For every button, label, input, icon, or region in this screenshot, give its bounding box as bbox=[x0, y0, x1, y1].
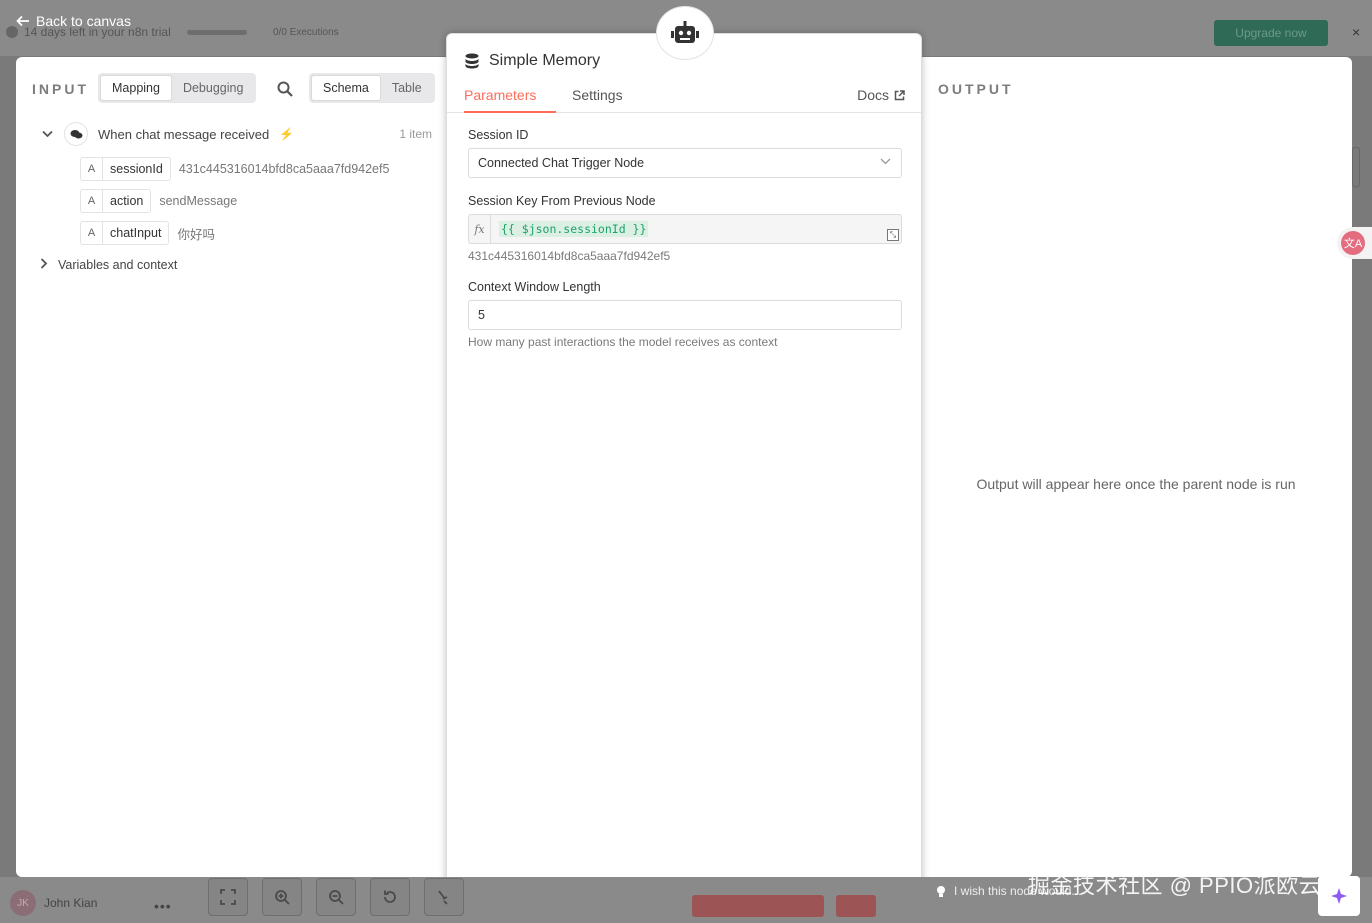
item-count: 1 item bbox=[399, 127, 432, 141]
back-label: Back to canvas bbox=[36, 13, 131, 29]
translate-button[interactable]: 文A bbox=[1337, 227, 1372, 259]
arrow-left-icon bbox=[16, 15, 29, 27]
chat-icon bbox=[64, 122, 88, 146]
session-id-label: Session ID bbox=[468, 128, 529, 142]
trial-progress bbox=[186, 29, 247, 35]
database-icon bbox=[465, 53, 479, 69]
field-row: A sessionId 431c445316014bfd8ca5aaa7fd94… bbox=[80, 157, 389, 181]
tab-settings[interactable]: Settings bbox=[572, 87, 623, 113]
session-key-expression-field[interactable]: fx {{ $json.sessionId }} ⤡ bbox=[468, 214, 902, 244]
context-window-input[interactable]: 5 bbox=[468, 300, 902, 330]
background-control bbox=[1352, 147, 1360, 187]
field-name: action bbox=[110, 194, 144, 208]
tab-mapping[interactable]: Mapping bbox=[100, 75, 172, 101]
output-empty-message: Output will appear here once the parent … bbox=[976, 476, 1296, 492]
output-panel bbox=[916, 57, 1352, 877]
robot-icon bbox=[671, 21, 699, 43]
docs-label: Docs bbox=[857, 87, 889, 103]
user-menu[interactable]: JK John Kian bbox=[10, 890, 97, 916]
undo-icon[interactable] bbox=[370, 878, 410, 916]
chevron-right-icon[interactable] bbox=[40, 258, 48, 272]
node-tabs: Parameters Settings Docs bbox=[447, 86, 921, 113]
docs-link[interactable]: Docs bbox=[857, 87, 905, 103]
more-icon[interactable]: ••• bbox=[154, 898, 172, 914]
trigger-node-row[interactable]: When chat message received ⚡ 1 item bbox=[40, 122, 432, 146]
user-name: John Kian bbox=[44, 896, 98, 910]
session-id-select[interactable]: Connected Chat Trigger Node bbox=[468, 148, 902, 178]
executions-count: 0/0 Executions bbox=[273, 27, 339, 38]
expression-result: 431c445316014bfd8ca5aaa7fd942ef5 bbox=[468, 249, 671, 263]
tab-debugging[interactable]: Debugging bbox=[172, 75, 254, 101]
lightbulb-icon bbox=[937, 885, 945, 897]
field-value: sendMessage bbox=[159, 194, 238, 208]
chevron-down-icon bbox=[880, 157, 891, 168]
watermark: 掘金技术社区 @ PPIO派欧云 bbox=[1028, 873, 1322, 898]
back-to-canvas-button[interactable]: Back to canvas bbox=[16, 13, 131, 29]
output-heading: OUTPUT bbox=[938, 81, 1014, 97]
trigger-label: When chat message received bbox=[98, 126, 270, 142]
view-toggle: Schema Table bbox=[309, 73, 435, 103]
context-window-label: Context Window Length bbox=[468, 280, 601, 294]
node-settings-panel: Simple Memory Parameters Settings Docs S… bbox=[446, 33, 922, 901]
translate-icon: 文A bbox=[1341, 231, 1365, 255]
input-heading: INPUT bbox=[32, 81, 89, 97]
node-title[interactable]: Simple Memory bbox=[489, 52, 600, 70]
context-window-value: 5 bbox=[478, 308, 485, 322]
field-row: A action sendMessage bbox=[80, 189, 237, 213]
variables-label: Variables and context bbox=[58, 258, 178, 272]
fit-view-icon[interactable] bbox=[208, 878, 248, 916]
mode-toggle: Mapping Debugging bbox=[98, 73, 257, 103]
context-window-hint: How many past interactions the model rec… bbox=[468, 335, 778, 349]
field-name: sessionId bbox=[110, 162, 163, 176]
string-type-icon: A bbox=[81, 222, 103, 244]
field-value: 你好吗 bbox=[177, 227, 215, 242]
string-type-icon: A bbox=[81, 158, 103, 180]
expression-code: {{ $json.sessionId }} bbox=[491, 215, 649, 243]
tab-parameters[interactable]: Parameters bbox=[464, 87, 556, 113]
string-type-icon: A bbox=[81, 190, 103, 212]
close-icon[interactable]: × bbox=[1352, 24, 1360, 40]
expand-icon[interactable]: ⤡ bbox=[887, 229, 899, 241]
execute-workflow-button[interactable] bbox=[692, 895, 824, 917]
node-title-row: Simple Memory bbox=[465, 52, 600, 70]
field-value: 431c445316014bfd8ca5aaa7fd942ef5 bbox=[178, 162, 390, 176]
bolt-icon: ⚡ bbox=[279, 127, 295, 141]
tab-table[interactable]: Table bbox=[381, 75, 433, 101]
chevron-down-icon[interactable] bbox=[40, 127, 54, 141]
tab-schema[interactable]: Schema bbox=[311, 75, 381, 101]
zoom-out-icon[interactable] bbox=[316, 878, 356, 916]
search-icon[interactable] bbox=[276, 80, 294, 98]
field-pill[interactable]: A chatInput bbox=[80, 221, 170, 245]
variables-context-row[interactable]: Variables and context bbox=[40, 258, 177, 272]
field-pill[interactable]: A action bbox=[80, 189, 152, 213]
upgrade-button[interactable]: Upgrade now bbox=[1214, 20, 1328, 46]
field-name: chatInput bbox=[110, 226, 162, 240]
fx-icon: fx bbox=[469, 215, 491, 243]
zoom-in-icon[interactable] bbox=[262, 878, 302, 916]
external-link-icon bbox=[894, 89, 905, 100]
delete-button[interactable] bbox=[836, 895, 876, 917]
node-badge bbox=[656, 6, 714, 60]
session-key-label: Session Key From Previous Node bbox=[468, 194, 656, 208]
clean-up-icon[interactable] bbox=[424, 878, 464, 916]
parameters-body: Session ID Connected Chat Trigger Node S… bbox=[447, 114, 921, 900]
field-pill[interactable]: A sessionId bbox=[80, 157, 171, 181]
expression-text: {{ $json.sessionId }} bbox=[499, 221, 649, 237]
session-id-value: Connected Chat Trigger Node bbox=[478, 156, 645, 170]
field-row: A chatInput 你好吗 bbox=[80, 221, 215, 245]
avatar: JK bbox=[10, 890, 36, 916]
ai-assistant-icon[interactable] bbox=[1318, 876, 1360, 916]
